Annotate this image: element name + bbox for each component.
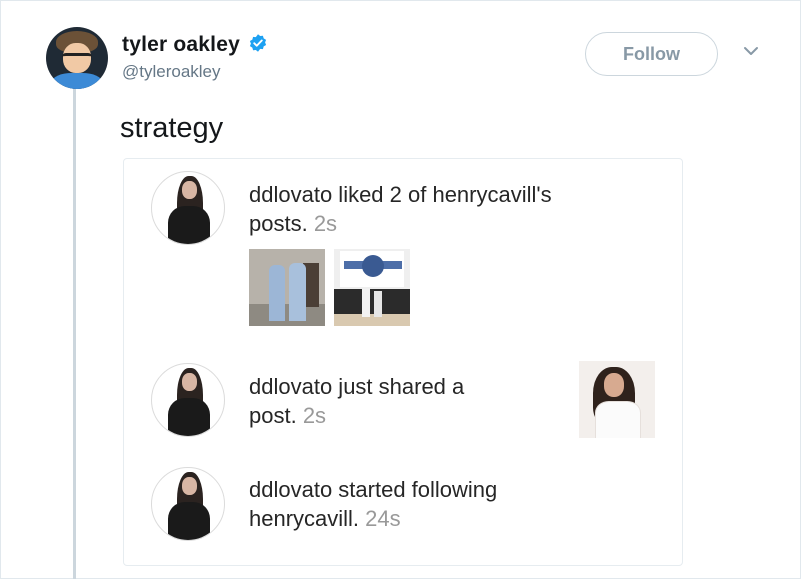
activity-action: just shared a [332, 374, 465, 399]
activity-time: 2s [313, 211, 338, 236]
activity-username[interactable]: ddlovato [249, 374, 332, 399]
author-name-row[interactable]: tyler oakley [122, 33, 268, 58]
activity-action-continued: post. [249, 403, 303, 428]
author-avatar[interactable] [46, 27, 108, 89]
activity-action: liked 2 of henrycavill's [332, 182, 552, 207]
author-handle[interactable]: @tyleroakley [122, 62, 221, 82]
ddlovato-avatar[interactable] [151, 467, 225, 541]
ddlovato-avatar[interactable] [151, 363, 225, 437]
verified-badge-icon [248, 33, 268, 58]
thread-line [73, 88, 76, 579]
activity-text: ddlovato liked 2 of henrycavill's posts.… [249, 180, 649, 238]
ddlovato-avatar[interactable] [151, 171, 225, 245]
liked-post-thumbnail[interactable] [249, 249, 325, 326]
shared-post-thumbnail[interactable] [579, 361, 655, 438]
activity-time: 24s [365, 506, 401, 531]
activity-screenshot-card[interactable]: ddlovato liked 2 of henrycavill's posts.… [123, 158, 683, 566]
activity-username[interactable]: ddlovato [249, 477, 332, 502]
tweet-text: strategy [120, 112, 224, 144]
activity-username[interactable]: ddlovato [249, 182, 332, 207]
liked-post-thumbnail[interactable] [334, 249, 410, 326]
activity-action: started following [332, 477, 498, 502]
author-display-name[interactable]: tyler oakley [122, 33, 240, 56]
chevron-down-icon[interactable] [741, 44, 761, 63]
activity-action-continued: posts. [249, 211, 314, 236]
activity-time: 2s [302, 403, 327, 428]
follow-button[interactable]: Follow [585, 32, 718, 76]
activity-text: ddlovato started following henrycavill. … [249, 475, 649, 533]
activity-action-continued: henrycavill. [249, 506, 366, 531]
activity-text: ddlovato just shared a post. 2s [249, 372, 549, 430]
